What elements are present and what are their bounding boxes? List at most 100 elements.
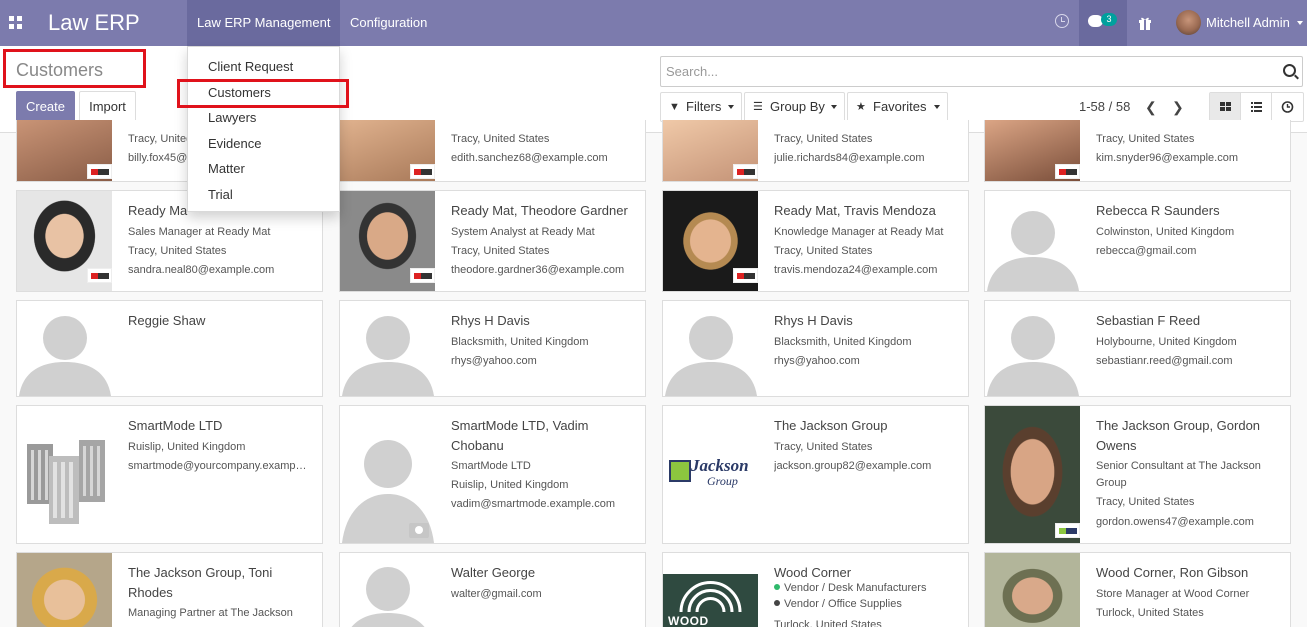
activity-clock-icon[interactable] (1055, 14, 1069, 28)
gift-icon[interactable] (1138, 16, 1152, 33)
chevron-down-icon[interactable] (1297, 21, 1303, 25)
company-logo (87, 268, 112, 283)
card-address: Tracy, United States (1096, 133, 1195, 145)
menu-item-matter[interactable]: Matter (208, 161, 245, 176)
customer-card[interactable]: Wood Corner, Ron Gibson Store Manager at… (984, 552, 1291, 627)
customer-card[interactable]: Walter George walter@gmail.com (339, 552, 646, 627)
card-name: The Jackson Group, Gordon Owens (1096, 418, 1261, 453)
card-email: smartmode@yourcompany.examp… (128, 460, 307, 472)
card-address: Tracy, United States (774, 133, 873, 145)
view-switcher (1209, 92, 1304, 122)
tag-vendor-office: Vendor / Office Supplies (774, 598, 966, 610)
user-avatar[interactable] (1176, 10, 1201, 35)
pager-previous-icon[interactable]: ❮ (1145, 100, 1157, 114)
customer-card[interactable]: WOOD CORNER Wood Corner Vendor / Desk Ma… (662, 552, 969, 627)
menu-item-lawyers[interactable]: Lawyers (208, 110, 256, 125)
card-email: travis.mendoza24@example.com (774, 264, 938, 276)
person-placeholder-icon (987, 211, 1079, 291)
customer-card[interactable]: SmartMode LTD, Vadim Chobanu SmartMode L… (339, 405, 646, 544)
card-email: gordon.owens47@example.com (1096, 516, 1254, 528)
tag-label: Vendor / Office Supplies (784, 598, 902, 610)
wood-corner-logo: WOOD CORNER (663, 574, 758, 627)
card-email: edith.sanchez68@example.com (451, 152, 608, 164)
customer-card[interactable]: Tracy, United States edith.sanchez68@exa… (339, 120, 646, 182)
card-name: Wood Corner, Ron Gibson (1096, 565, 1249, 580)
card-email: kim.snyder96@example.com (1096, 152, 1238, 164)
tag-vendor-desk: Vendor / Desk Manufacturers (774, 582, 966, 594)
company-logo: Jackson Group (663, 406, 758, 543)
clock-icon (1281, 101, 1294, 113)
menu-item-evidence[interactable]: Evidence (208, 136, 261, 151)
create-button[interactable]: Create (16, 91, 75, 122)
avatar-placeholder (663, 301, 758, 396)
card-address: Holybourne, United Kingdom (1096, 336, 1237, 348)
card-address: Tracy, United States (774, 441, 873, 453)
company-buildings-image (17, 406, 112, 543)
activity-view-button[interactable] (1272, 93, 1303, 121)
card-name: Rhys H Davis (774, 313, 853, 328)
wood-corner-arcs-icon (679, 581, 742, 613)
company-logo: WOOD CORNER (663, 553, 758, 627)
card-name: Sebastian F Reed (1096, 313, 1201, 328)
messaging-button[interactable]: 3 (1079, 0, 1127, 46)
menu-configuration[interactable]: Configuration (350, 0, 427, 46)
card-name: Walter George (451, 565, 536, 580)
customer-card[interactable]: Rhys H Davis Blacksmith, United Kingdom … (339, 300, 646, 397)
chevron-down-icon (831, 105, 837, 109)
wood-corner-logo-text: WOOD CORNER (668, 614, 709, 627)
jackson-logo-subtext: Group (707, 474, 738, 488)
person-placeholder-icon (342, 316, 434, 396)
favorites-button[interactable]: ★ Favorites (847, 92, 948, 122)
person-placeholder-icon (351, 567, 425, 627)
filters-button[interactable]: ▼ Filters (660, 92, 742, 122)
customer-card[interactable]: Rhys H Davis Blacksmith, United Kingdom … (662, 300, 969, 397)
card-address: Turlock, United States (774, 619, 882, 627)
jackson-logo-square (669, 460, 691, 482)
tag-label: Vendor / Desk Manufacturers (784, 582, 927, 594)
person-placeholder-icon (19, 316, 111, 396)
card-name: Ready Mat, Travis Mendoza (774, 203, 936, 218)
pager-next-icon[interactable]: ❯ (1172, 100, 1184, 114)
customer-card[interactable]: Reggie Shaw (16, 300, 323, 397)
customer-card[interactable]: The Jackson Group, Gordon Owens Senior C… (984, 405, 1291, 544)
menu-item-client-request[interactable]: Client Request (208, 59, 293, 74)
customer-card[interactable]: Ready Mat, Theodore Gardner System Analy… (339, 190, 646, 292)
customer-card[interactable]: The Jackson Group, Toni Rhodes Managing … (16, 552, 323, 627)
search-icon[interactable] (1283, 64, 1296, 77)
card-email: walter@gmail.com (451, 588, 542, 600)
menu-item-trial[interactable]: Trial (208, 187, 233, 202)
pager-value[interactable]: 1-58 / 58 (1079, 99, 1130, 114)
filter-icon: ▼ (669, 101, 680, 113)
customer-card[interactable]: Tracy, United States julie.richards84@ex… (662, 120, 969, 182)
search-input[interactable] (666, 64, 1266, 79)
app-brand[interactable]: Law ERP (48, 10, 140, 36)
card-address: Turlock, United States (1096, 607, 1204, 619)
card-address: Blacksmith, United Kingdom (774, 336, 912, 348)
card-address: Tracy, United States (774, 245, 873, 257)
kanban-icon (1220, 102, 1231, 111)
card-address: Blacksmith, United Kingdom (451, 336, 589, 348)
group-by-button[interactable]: ☰ Group By (744, 92, 845, 122)
avatar-placeholder (17, 301, 112, 396)
card-function: Store Manager at Wood Corner (1096, 588, 1250, 600)
list-view-button[interactable] (1241, 93, 1272, 121)
kanban-view-button[interactable] (1210, 93, 1241, 121)
card-address: Ruislip, United Kingdom (451, 479, 569, 491)
person-placeholder-icon (987, 316, 1079, 396)
menu-law-erp-management[interactable]: Law ERP Management (187, 0, 341, 46)
customer-card[interactable]: SmartMode LTD Ruislip, United Kingdom sm… (16, 405, 323, 544)
customer-card[interactable]: Ready Mat, Travis Mendoza Knowledge Mana… (662, 190, 969, 292)
camera-icon[interactable] (409, 523, 429, 538)
top-navbar: Law ERP Law ERP Management Configuration… (0, 0, 1307, 46)
card-address: Colwinston, United Kingdom (1096, 226, 1235, 238)
apps-menu-icon[interactable] (9, 16, 22, 29)
customer-card[interactable]: Tracy, United States kim.snyder96@exampl… (984, 120, 1291, 182)
import-button[interactable]: Import (79, 91, 136, 122)
card-address: Tracy, United States (1096, 496, 1195, 508)
user-name[interactable]: Mitchell Admin (1206, 15, 1290, 30)
customer-card[interactable]: Rebecca R Saunders Colwinston, United Ki… (984, 190, 1291, 292)
avatar-placeholder (340, 553, 435, 627)
customer-card[interactable]: Sebastian F Reed Holybourne, United King… (984, 300, 1291, 397)
customer-card[interactable]: Jackson Group The Jackson Group Tracy, U… (662, 405, 969, 544)
company-logo (410, 268, 435, 283)
